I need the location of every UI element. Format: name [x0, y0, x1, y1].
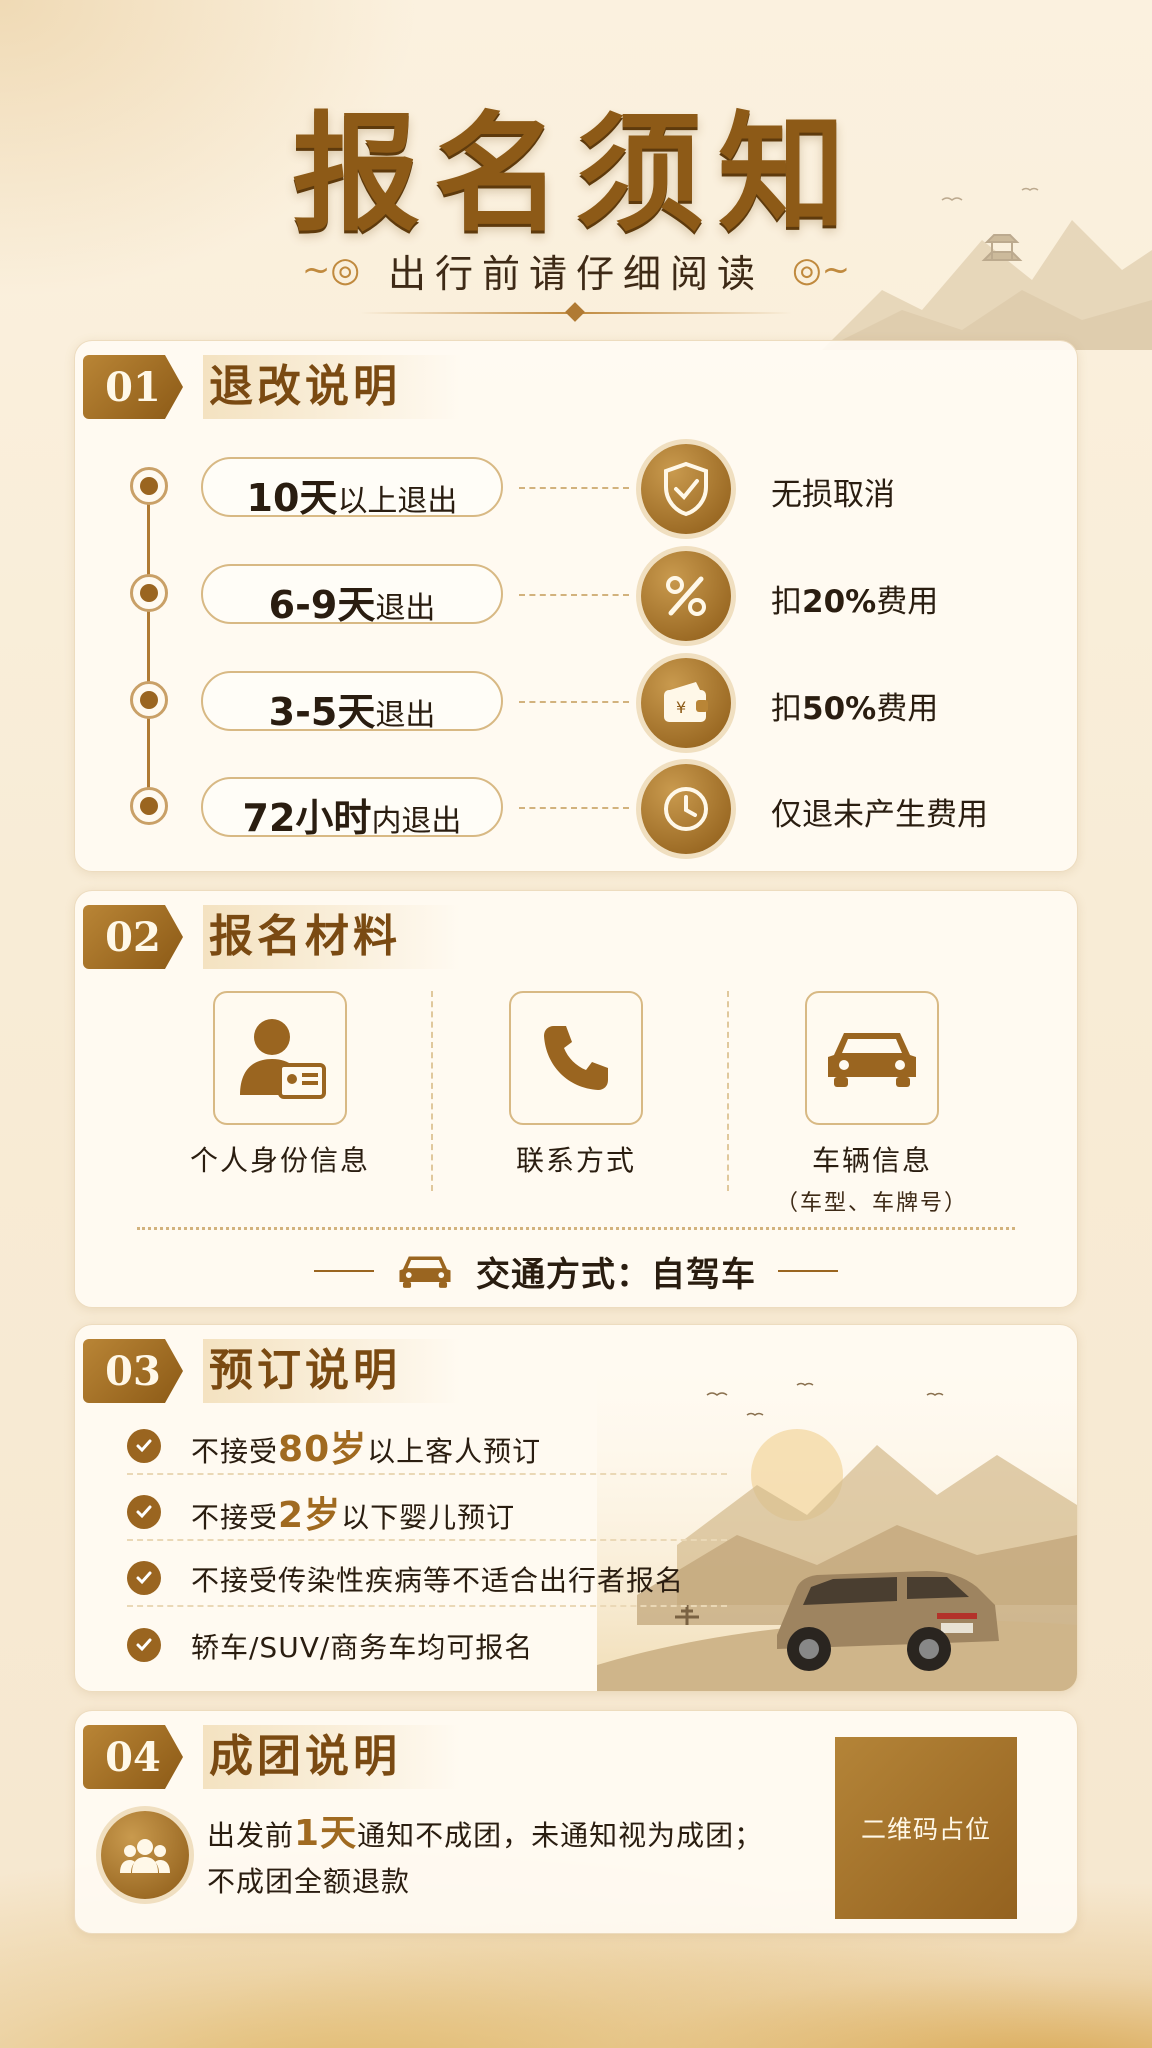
- refund-row: 10天 以上退出 无损取消: [75, 444, 1079, 534]
- transport-row: 交通方式：自驾车: [75, 1241, 1077, 1301]
- group-notice-line2: 不成团全额退款: [207, 1865, 411, 1898]
- clock-icon: [641, 764, 731, 854]
- subtitle-row: ~◎ 出行前请仔细阅读 ◎~: [0, 240, 1152, 300]
- qr-code-placeholder[interactable]: 二维码占位: [835, 1737, 1017, 1919]
- timeline-dot: [130, 681, 168, 719]
- refund-result: 扣20%费用: [771, 584, 939, 620]
- car-icon: [805, 991, 939, 1125]
- refund-result: 扣50%费用: [771, 691, 939, 727]
- transport-text: 交通方式：自驾车: [476, 1254, 756, 1295]
- booking-rule-text: 不接受2岁以下婴儿预订: [191, 1495, 516, 1536]
- material-note: （车型、车牌号）: [775, 1191, 968, 1216]
- refund-row: 3-5天 退出 ¥ 扣50%费用: [75, 658, 1079, 748]
- group-notice-text: 出发前1天通知不成团，未通知视为成团； 不成团全额退款: [207, 1811, 847, 1905]
- material-label: 联系方式: [515, 1144, 636, 1177]
- id-card-icon: [213, 991, 347, 1125]
- dotted-divider: [137, 1227, 1015, 1230]
- connector-dash: [519, 487, 629, 489]
- connector-dash: [519, 807, 629, 809]
- booking-section-card: 03 预订说明 不接受80岁以上客人预订 不接受2岁以下婴儿预订 不接受传染性疾…: [74, 1324, 1078, 1692]
- transport-line-left: [314, 1270, 374, 1272]
- timeline-dot: [130, 467, 168, 505]
- material-item: 车辆信息 （车型、车牌号）: [727, 991, 1017, 1217]
- check-icon: [127, 1561, 161, 1595]
- svg-text:¥: ¥: [676, 698, 686, 717]
- refund-section-card: 01 退改说明 10天 以上退出 无损取消 6-9天 退出 扣20%费用 3-5…: [74, 340, 1078, 872]
- section-number: 01: [83, 355, 183, 419]
- connector-dash: [519, 594, 629, 596]
- section-header: 03 预订说明: [83, 1339, 461, 1403]
- booking-rule-item: 不接受传染性疾病等不适合出行者报名: [127, 1551, 727, 1607]
- refund-result: 无损取消: [771, 477, 895, 513]
- booking-rule-item: 不接受80岁以上客人预订: [127, 1419, 727, 1475]
- booking-rule-item: 不接受2岁以下婴儿预订: [127, 1485, 727, 1541]
- phone-icon: [509, 991, 643, 1125]
- period-value: 6-9天: [268, 583, 376, 627]
- timeline-dot: [130, 574, 168, 612]
- section-number: 03: [83, 1339, 183, 1403]
- period-value: 72小时: [242, 796, 372, 840]
- refund-period-pill: 3-5天 退出: [201, 671, 503, 734]
- section-number: 02: [83, 905, 183, 969]
- booking-rule-item: 轿车/SUV/商务车均可报名: [127, 1617, 727, 1673]
- materials-section-card: 02 报名材料 个人身份信息 联系方式 车辆信息 （车型、车牌号） 交通方式：自…: [74, 890, 1078, 1308]
- group-notice-line1: 出发前1天通知不成团，未通知视为成团；: [207, 1813, 764, 1854]
- check-icon: [127, 1429, 161, 1463]
- section-header: 01 退改说明: [83, 355, 461, 419]
- section-header: 04 成团说明: [83, 1725, 461, 1789]
- refund-period-pill: 6-9天 退出: [201, 564, 503, 627]
- refund-period-pill: 72小时 内退出: [201, 777, 503, 840]
- swirl-right-icon: ◎~: [792, 250, 851, 290]
- material-item: 个人身份信息: [135, 991, 425, 1179]
- transport-line-right: [778, 1270, 838, 1272]
- period-suffix: 内退出: [371, 804, 462, 839]
- check-icon: [127, 1628, 161, 1662]
- section-header: 02 报名材料: [83, 905, 461, 969]
- swirl-left-icon: ~◎: [301, 250, 360, 290]
- group-section-card: 04 成团说明 出发前1天通知不成团，未通知视为成团； 不成团全额退款 二维码占…: [74, 1710, 1078, 1934]
- section-title: 报名材料: [203, 905, 461, 969]
- page-title: 报名须知: [291, 99, 860, 249]
- refund-row: 6-9天 退出 扣20%费用: [75, 551, 1079, 641]
- shield-check-icon: [641, 444, 731, 534]
- period-value: 10天: [246, 476, 338, 520]
- section-title: 退改说明: [203, 355, 461, 419]
- material-label: 车辆信息: [811, 1144, 932, 1177]
- section-title: 预订说明: [203, 1339, 461, 1403]
- wallet-icon: ¥: [641, 658, 731, 748]
- section-title: 成团说明: [203, 1725, 461, 1789]
- group-users-icon: [101, 1811, 189, 1899]
- diamond-icon: [565, 302, 585, 322]
- refund-result: 仅退未产生费用: [771, 797, 988, 833]
- refund-row: 72小时 内退出 仅退未产生费用: [75, 764, 1079, 854]
- period-suffix: 退出: [375, 591, 436, 626]
- car-icon: [399, 1256, 451, 1288]
- section-number: 04: [83, 1725, 183, 1789]
- booking-rule-text: 轿车/SUV/商务车均可报名: [191, 1630, 534, 1664]
- material-label: 个人身份信息: [189, 1144, 370, 1177]
- period-value: 3-5天: [268, 690, 376, 734]
- refund-period-pill: 10天 以上退出: [201, 457, 503, 520]
- booking-rule-text: 不接受传染性疾病等不适合出行者报名: [191, 1563, 685, 1597]
- connector-dash: [519, 701, 629, 703]
- booking-rule-text: 不接受80岁以上客人预订: [191, 1429, 542, 1470]
- period-suffix: 以上退出: [337, 484, 458, 519]
- timeline-dot: [130, 787, 168, 825]
- check-icon: [127, 1495, 161, 1529]
- material-item: 联系方式: [431, 991, 721, 1179]
- period-suffix: 退出: [375, 698, 436, 733]
- percent-icon: [641, 551, 731, 641]
- page-subtitle: 出行前请仔细阅读: [387, 251, 764, 296]
